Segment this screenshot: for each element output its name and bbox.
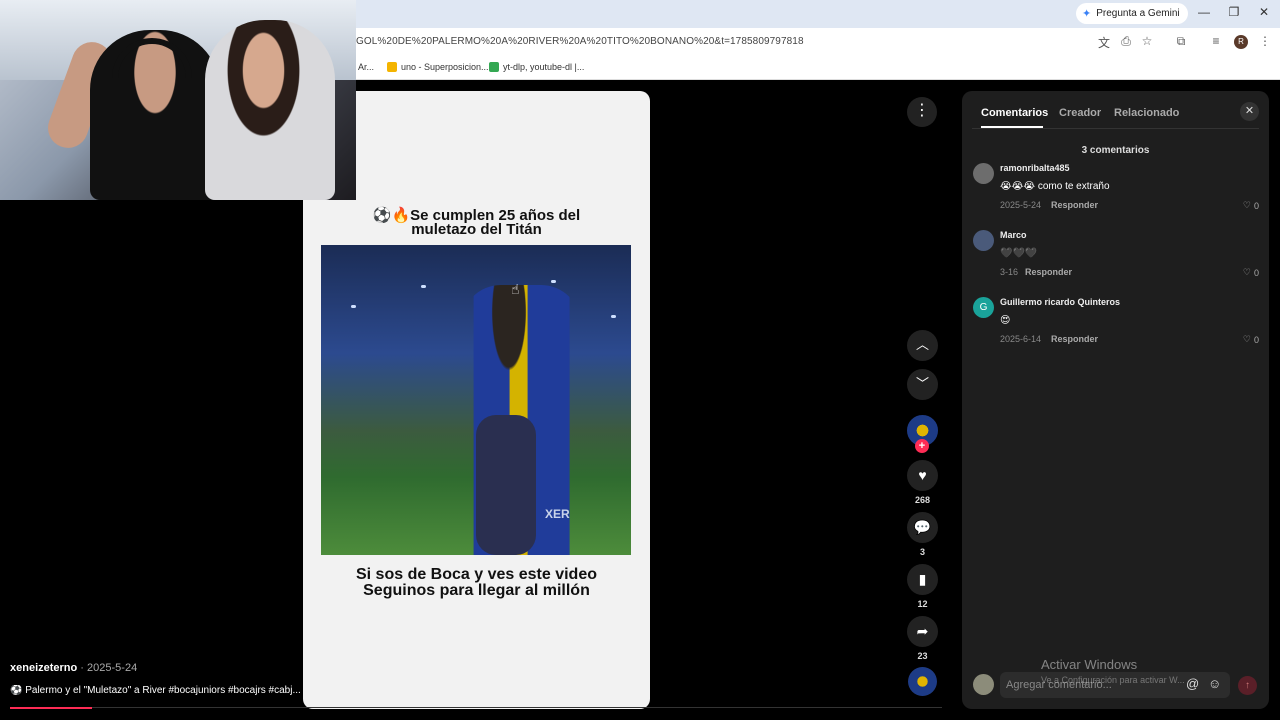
share-count: 23 (917, 651, 928, 661)
comment-username[interactable]: Guillermo ricardo Quinteros (1000, 297, 1120, 307)
music-disc-icon[interactable] (908, 667, 937, 696)
like-button[interactable]: ♥ (907, 460, 938, 491)
bookmark-favicon-icon (387, 62, 397, 72)
avatar[interactable] (973, 163, 994, 184)
comment-count: 3 (919, 547, 925, 557)
next-video-button[interactable]: ﹀ (907, 369, 938, 400)
comment-date: 3-16 (1000, 267, 1019, 277)
comments-count: 3 comentarios (1081, 145, 1150, 156)
extensions-icon[interactable]: ⧉ (1174, 34, 1188, 49)
save-count: 12 (917, 599, 928, 609)
share-button[interactable]: ➦ (907, 616, 938, 647)
tab-related[interactable]: Relacionado (1114, 107, 1179, 119)
gemini-label: Pregunta a Gemini (1096, 8, 1180, 19)
reply-button[interactable]: Responder (1051, 200, 1098, 210)
guest-figure (205, 20, 335, 200)
screen: ✦ Pregunta a Gemini — ❐ ✕ GOL%20DE%20PAL… (0, 0, 1280, 720)
comment-like-button[interactable]: ♡ 0 (1243, 200, 1259, 211)
heart-outline-icon: ♡ (1242, 334, 1251, 344)
comments-panel: Comentarios Creador Relacionado ✕ 3 come… (962, 91, 1269, 709)
player-figure (476, 415, 536, 555)
video-title-overlay: ⚽🔥Se cumplen 25 años del muletazo del Ti… (372, 207, 581, 238)
share-arrow-icon: ➦ (916, 623, 929, 639)
comment-like-button[interactable]: ♡ 0 (1243, 267, 1259, 278)
install-icon[interactable]: ⎙ (1119, 34, 1133, 49)
reply-button[interactable]: Responder (1051, 334, 1098, 344)
gemini-button[interactable]: ✦ Pregunta a Gemini (1076, 3, 1188, 24)
jersey-text: XER (545, 507, 570, 521)
avatar[interactable]: G (973, 297, 994, 318)
gemini-icon: ✦ (1082, 8, 1092, 20)
comment-like-button[interactable]: ♡ 0 (1243, 334, 1259, 345)
comment-button[interactable]: 💬 (907, 512, 938, 543)
comment-icon: 💬 (913, 519, 932, 535)
comment-username[interactable]: Marco (1000, 230, 1027, 240)
bookmark-item[interactable]: uno - Superposicion... (387, 62, 489, 72)
video-frame: XER (321, 245, 631, 555)
heart-icon: ♥ (918, 467, 927, 483)
comment-date: 2025-6-14 (1000, 334, 1042, 344)
post-caption[interactable]: ⚽ Palermo y el "Muletazo" a River #bocaj… (10, 685, 330, 696)
comment-text: 🖤🖤🖤 (1000, 248, 1038, 259)
bookmark-favicon-icon (489, 62, 499, 72)
tab-divider (972, 128, 1259, 129)
save-button[interactable]: ▮ (907, 564, 938, 595)
arrow-up-icon: ↑ (1245, 680, 1250, 691)
comment-date: 2025-5-24 (1000, 200, 1042, 210)
stadium-light (551, 280, 556, 283)
stadium-light (351, 305, 356, 308)
minimize-icon[interactable]: — (1196, 5, 1212, 19)
mention-icon[interactable]: @ (1186, 676, 1199, 691)
post-author[interactable]: xeneizeterno · 2025-5-24 (10, 662, 137, 674)
chevron-down-icon: ﹀ (915, 376, 929, 391)
previous-video-button[interactable]: ︿ (907, 330, 938, 361)
comment-text: 😭😭😭 como te extraño (1000, 181, 1110, 192)
video-bottom-text: Si sos de Boca y ves este video Seguinos… (355, 566, 597, 599)
chevron-up-icon: ︿ (915, 337, 929, 352)
windows-watermark-subtitle: Ve a Configuración para activar W... (1041, 675, 1185, 685)
windows-watermark-title: Activar Windows (1041, 657, 1138, 672)
current-user-avatar (973, 674, 994, 695)
post-date: 2025-5-24 (87, 662, 138, 674)
comment-text: 😍 (1000, 315, 1011, 326)
tab-comments[interactable]: Comentarios (981, 107, 1048, 119)
stadium-light (611, 315, 616, 318)
bookmark-icon: ▮ (918, 571, 927, 587)
tab-creator[interactable]: Creador (1059, 107, 1101, 119)
post-comment-button[interactable]: ↑ (1238, 676, 1257, 695)
hand-cursor-icon: ☝ (511, 281, 520, 297)
url-text[interactable]: GOL%20DE%20PALERMO%20A%20RIVER%20A%20TIT… (356, 36, 804, 47)
bookmark-item[interactable]: yt-dlp, youtube-dl |... (489, 62, 584, 72)
follow-plus-icon[interactable]: + (915, 439, 929, 453)
translate-icon[interactable]: 文 (1097, 34, 1111, 51)
comment-username[interactable]: ramonribalta485 (1000, 163, 1070, 173)
heart-outline-icon: ♡ (1242, 267, 1251, 277)
media-icon[interactable]: ≡ (1209, 34, 1223, 48)
bookmark-star-icon[interactable]: ☆ (1140, 34, 1154, 48)
more-options-icon[interactable]: ⋮ (907, 97, 937, 127)
emoji-icon[interactable]: ☺ (1208, 676, 1221, 691)
restore-icon[interactable]: ❐ (1226, 5, 1242, 19)
kebab-menu-icon[interactable]: ⋮ (1258, 34, 1272, 48)
avatar[interactable] (973, 230, 994, 251)
bookmark-item[interactable]: Ar... (358, 62, 374, 72)
close-panel-icon[interactable]: ✕ (1240, 102, 1259, 121)
like-count: 268 (914, 495, 931, 505)
webcam-overlay (0, 0, 356, 200)
progress-bar[interactable] (10, 707, 92, 709)
reply-button[interactable]: Responder (1025, 267, 1072, 277)
heart-outline-icon: ♡ (1242, 200, 1251, 210)
close-window-icon[interactable]: ✕ (1256, 5, 1272, 19)
progress-track[interactable] (10, 707, 942, 708)
active-tab-underline (981, 126, 1043, 128)
profile-avatar[interactable]: R (1234, 35, 1248, 49)
stadium-light (421, 285, 426, 288)
